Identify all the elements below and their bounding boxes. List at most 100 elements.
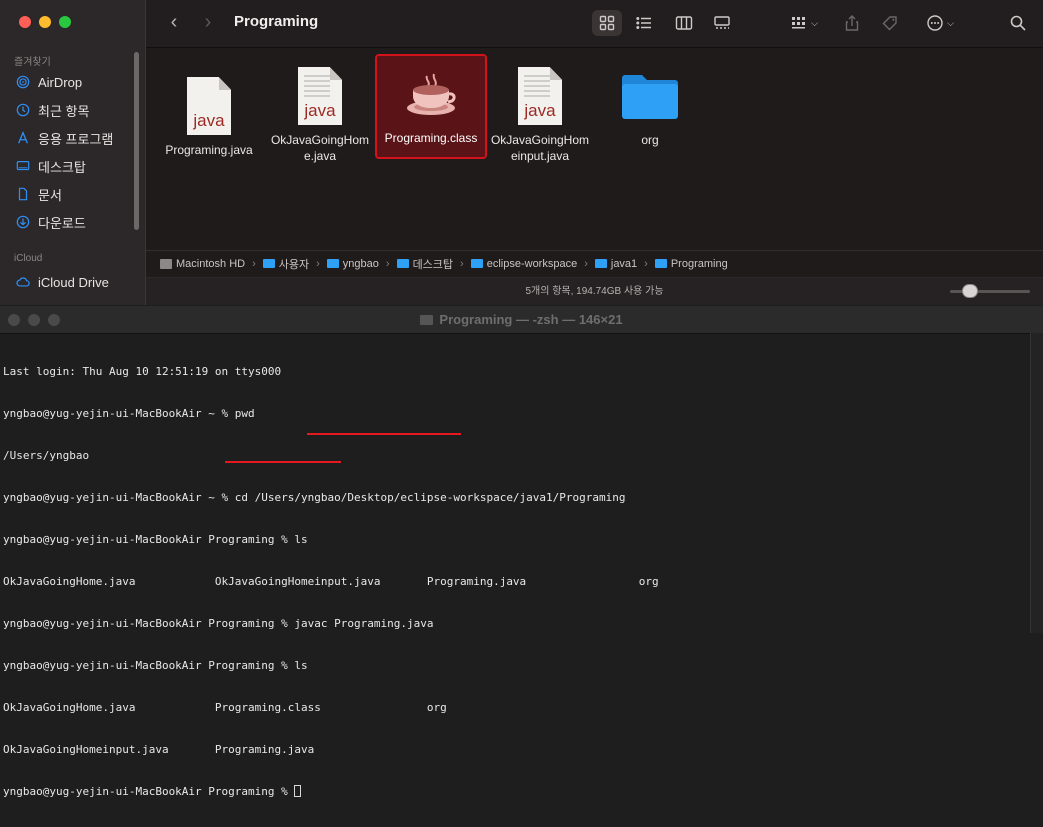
sidebar-item-airdrop[interactable]: AirDrop xyxy=(16,71,82,93)
path-segment[interactable]: Programing xyxy=(654,258,728,270)
zoom-button[interactable] xyxy=(59,16,71,28)
list-icon xyxy=(636,17,651,29)
apps-icon xyxy=(18,131,28,144)
group-button[interactable]: ⌵ xyxy=(782,10,826,36)
finder-window: 즐겨찾기 AirDrop 최근 항목 응용 프로그램 데스크탑 문서 다운로드 … xyxy=(0,0,1043,305)
chevron-right-icon: › xyxy=(460,257,464,270)
terminal-line: Last login: Thu Aug 10 12:51:19 on ttys0… xyxy=(3,365,282,378)
file-name: OkJavaGoingHom e.java xyxy=(270,133,370,163)
file-name: Programing.java xyxy=(165,143,253,157)
file-name: OkJavaGoingHom einput.java xyxy=(490,133,590,163)
java-file-icon: java xyxy=(155,74,263,138)
sidebar-item-documents[interactable]: 문서 xyxy=(16,183,62,205)
group-grid-icon xyxy=(792,17,806,29)
document-icon xyxy=(18,187,28,201)
sidebar-item-label: AirDrop xyxy=(38,74,83,90)
sidebar-section-icloud: iCloud xyxy=(14,253,43,264)
folder-icon xyxy=(262,259,275,268)
file-item[interactable]: java OkJavaGoingHom einput.java xyxy=(486,64,594,164)
sidebar-item-label: 데스크탑 xyxy=(38,159,86,175)
ellipsis-circle-icon xyxy=(927,15,943,31)
java-class-icon xyxy=(377,62,485,126)
list-view-button[interactable] xyxy=(630,10,658,36)
desktop-icon xyxy=(16,161,30,171)
sidebar-item-label: 다운로드 xyxy=(38,215,86,231)
chevron-right-icon: › xyxy=(644,257,648,270)
finder-content: java Programing.java java OkJavaGoingHom… xyxy=(146,48,1043,248)
sidebar-item-label: 최근 항목 xyxy=(38,103,90,119)
icon-size-slider-knob[interactable] xyxy=(962,284,978,298)
file-item-selected[interactable]: Programing.class xyxy=(375,54,487,159)
folder-icon xyxy=(396,259,409,268)
tag-button[interactable] xyxy=(878,10,902,36)
sidebar-section-favorites: 즐겨찾기 xyxy=(14,57,51,68)
terminal-line: OkJavaGoingHomeinput.java Programing.jav… xyxy=(3,743,315,756)
action-menu-button[interactable]: ⌵ xyxy=(920,10,960,36)
download-icon xyxy=(16,215,30,229)
sidebar-item-recents[interactable]: 최근 항목 xyxy=(16,99,89,121)
back-button[interactable]: ‹ xyxy=(164,12,184,32)
chevron-down-icon: ⌵ xyxy=(811,17,818,28)
path-segment[interactable]: eclipse-workspace xyxy=(470,258,577,270)
gallery-icon xyxy=(714,16,730,29)
share-button[interactable] xyxy=(840,10,864,36)
chevron-right-icon: › xyxy=(385,257,390,270)
finder-toolbar: ‹ › Programing ⌵ ⌵ xyxy=(146,0,1043,48)
terminal-cursor xyxy=(294,785,302,797)
sidebar-scrollbar[interactable] xyxy=(134,52,139,230)
file-item[interactable]: java OkJavaGoingHom e.java xyxy=(266,64,374,164)
sidebar-item-label: 응용 프로그램 xyxy=(38,131,114,147)
terminal-line: OkJavaGoingHome.java OkJavaGoingHomeinpu… xyxy=(3,575,659,588)
clock-icon xyxy=(16,103,30,117)
java-file-icon: java xyxy=(266,64,374,128)
red-underline-class xyxy=(225,461,341,463)
terminal-line: yngbao@yug-yejin-ui-MacBookAir Programin… xyxy=(3,659,308,672)
close-button[interactable] xyxy=(19,16,31,28)
terminal-line: yngbao@yug-yejin-ui-MacBookAir ~ % pwd xyxy=(3,407,255,420)
gallery-view-button[interactable] xyxy=(708,10,736,36)
file-name: Programing.class xyxy=(384,131,478,145)
path-segment[interactable]: java1 xyxy=(594,258,637,270)
folder-icon xyxy=(596,64,704,128)
sidebar-item-applications[interactable]: 응용 프로그램 xyxy=(16,127,113,149)
columns-icon xyxy=(675,16,693,30)
cloud-icon xyxy=(16,277,30,287)
finder-sidebar: 즐겨찾기 AirDrop 최근 항목 응용 프로그램 데스크탑 문서 다운로드 … xyxy=(0,0,146,305)
path-segment[interactable]: yngbao xyxy=(326,258,379,270)
sidebar-item-label: iCloud Drive xyxy=(38,274,109,290)
chevron-right-icon: › xyxy=(316,257,320,270)
chevron-right-icon: › xyxy=(252,257,256,270)
folder-icon xyxy=(470,259,483,268)
path-segment[interactable]: 데스크탑 xyxy=(396,256,453,272)
red-underline-javac xyxy=(307,433,461,435)
status-bar: 5개의 항목, 194.74GB 사용 가능 xyxy=(146,277,1043,305)
terminal-scrollbar[interactable] xyxy=(1030,333,1043,633)
search-icon xyxy=(1010,15,1026,31)
sidebar-item-desktop[interactable]: 데스크탑 xyxy=(16,155,86,177)
terminal-output[interactable]: Last login: Thu Aug 10 12:51:19 on ttys0… xyxy=(3,337,1023,827)
airdrop-icon xyxy=(16,75,30,89)
path-bar: Macintosh HD › 사용자 › yngbao › 데스크탑 › ecl… xyxy=(146,250,1043,276)
folder-icon xyxy=(326,259,339,268)
path-segment[interactable]: 사용자 xyxy=(262,256,309,272)
sidebar-item-icloud-drive[interactable]: iCloud Drive xyxy=(16,271,109,293)
path-segment[interactable]: Macintosh HD xyxy=(160,258,245,270)
folder-item[interactable]: org xyxy=(596,64,704,148)
share-icon xyxy=(845,15,859,31)
folder-icon xyxy=(594,259,607,268)
terminal-line: yngbao@yug-yejin-ui-MacBookAir ~ % cd /U… xyxy=(3,491,626,504)
search-button[interactable] xyxy=(1006,10,1030,36)
grid-icon xyxy=(599,15,615,31)
sidebar-item-downloads[interactable]: 다운로드 xyxy=(16,211,86,233)
terminal-window: Programing — -zsh — 146×21 Last login: T… xyxy=(0,306,1043,798)
java-file-icon: java xyxy=(486,64,594,128)
hard-disk-icon xyxy=(160,258,172,269)
terminal-titlebar: Programing — -zsh — 146×21 xyxy=(0,306,1043,334)
icon-view-button[interactable] xyxy=(592,10,622,36)
column-view-button[interactable] xyxy=(670,10,698,36)
file-item[interactable]: java Programing.java xyxy=(155,74,263,158)
forward-button[interactable]: › xyxy=(198,12,218,32)
minimize-button[interactable] xyxy=(39,16,51,28)
folder-icon xyxy=(420,315,434,325)
chevron-right-icon: › xyxy=(584,257,588,270)
